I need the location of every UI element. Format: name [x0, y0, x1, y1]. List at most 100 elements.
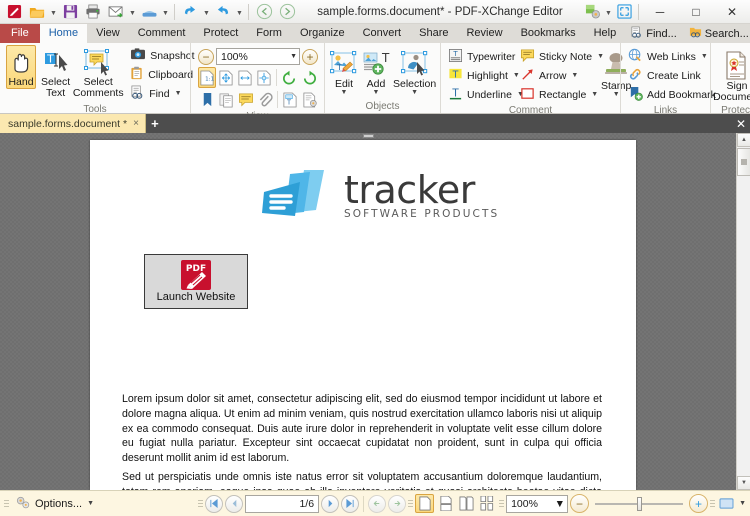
- tab-convert[interactable]: Convert: [354, 24, 411, 43]
- previous-page-button[interactable]: [225, 494, 244, 513]
- layers-pane-icon[interactable]: [301, 89, 319, 110]
- launch-website-form-button[interactable]: PDF Launch Website: [144, 254, 248, 309]
- close-icon[interactable]: ×: [131, 118, 141, 129]
- redo-icon[interactable]: [212, 2, 234, 22]
- single-page-icon[interactable]: [415, 494, 435, 513]
- add-bookmark-button[interactable]: Add Bookmark: [624, 85, 720, 104]
- close-button[interactable]: ✕: [714, 0, 750, 23]
- fit-width-icon[interactable]: [236, 67, 254, 88]
- rectangle-button[interactable]: Rectangle ▼: [516, 85, 598, 104]
- tab-home[interactable]: Home: [39, 24, 88, 43]
- chevron-down-icon[interactable]: ▼: [555, 498, 565, 510]
- page-number-input[interactable]: 1/6: [245, 494, 320, 513]
- document-viewport[interactable]: tracker SOFTWARE PRODUCTS PDF Launch Web…: [0, 133, 750, 490]
- sticky-note-button[interactable]: Sticky Note ▼: [516, 47, 604, 66]
- new-tab-button[interactable]: +: [146, 114, 164, 133]
- vertical-scrollbar[interactable]: ▲ ▼: [736, 133, 750, 490]
- zoom-in-button[interactable]: +: [302, 48, 318, 65]
- sign-document-button[interactable]: SignDocument: [713, 47, 750, 104]
- zoom-slider-knob[interactable]: [637, 496, 643, 511]
- select-comments-button[interactable]: Select Comments: [73, 45, 124, 100]
- back-navigation-icon[interactable]: [253, 2, 275, 22]
- scan-icon[interactable]: [138, 2, 160, 22]
- rotate-cw-icon[interactable]: [300, 67, 319, 88]
- maximize-button[interactable]: □: [678, 0, 714, 23]
- customize-ribbon-icon[interactable]: [582, 2, 604, 22]
- add-objects-button[interactable]: T Add ▼: [360, 47, 392, 97]
- scroll-up-button[interactable]: ▲: [737, 133, 750, 147]
- search-command[interactable]: Search...: [684, 25, 750, 42]
- next-page-button[interactable]: [321, 494, 340, 513]
- two-page-continuous-icon[interactable]: [478, 494, 497, 513]
- tab-comment[interactable]: Comment: [129, 24, 195, 43]
- fullscreen-toggle-icon[interactable]: [613, 2, 635, 22]
- web-links-dropdown-arrow[interactable]: ▼: [700, 53, 708, 60]
- minimize-button[interactable]: ─: [642, 0, 678, 23]
- tab-view[interactable]: View: [87, 24, 129, 43]
- attachments-pane-icon[interactable]: [256, 89, 274, 110]
- tab-protect[interactable]: Protect: [194, 24, 247, 43]
- email-dropdown-arrow[interactable]: ▼: [128, 2, 137, 22]
- find-command[interactable]: Find...: [625, 25, 682, 42]
- arrow-dropdown-arrow[interactable]: ▼: [570, 72, 578, 79]
- continuous-icon[interactable]: [436, 494, 455, 513]
- document-tab[interactable]: sample.forms.document * ×: [0, 114, 146, 133]
- web-links-button[interactable]: Web Links ▼: [624, 47, 712, 66]
- underline-button[interactable]: T Underline ▼: [444, 85, 524, 104]
- edit-dropdown-arrow[interactable]: ▼: [341, 89, 348, 96]
- rotate-ccw-icon[interactable]: [280, 67, 299, 88]
- fit-visible-icon[interactable]: [255, 67, 273, 88]
- fullscreen-dropdown-arrow[interactable]: ▼: [738, 500, 746, 507]
- print-icon[interactable]: [82, 2, 104, 22]
- bookmarks-pane-icon[interactable]: [198, 89, 216, 110]
- navigate-forward-button[interactable]: [388, 494, 407, 513]
- navigate-back-button[interactable]: [368, 494, 387, 513]
- edit-objects-button[interactable]: T Edit ▼: [328, 47, 360, 97]
- status-zoom-in-button[interactable]: +: [689, 494, 709, 513]
- find-dropdown-arrow[interactable]: ▼: [174, 90, 182, 97]
- save-file-icon[interactable]: [59, 2, 81, 22]
- fullscreen-icon[interactable]: [717, 494, 736, 513]
- arrow-button[interactable]: Arrow ▼: [516, 66, 596, 85]
- typewriter-button[interactable]: T Typewriter ▼: [444, 47, 527, 66]
- stamp-dropdown-arrow[interactable]: ▼: [613, 91, 620, 98]
- options-button[interactable]: Options... ▼: [11, 494, 98, 514]
- viewport-splitter[interactable]: [0, 133, 736, 139]
- rectangle-dropdown-arrow[interactable]: ▼: [590, 91, 598, 98]
- thumbnails-pane-icon[interactable]: [217, 89, 235, 110]
- zoom-level-combobox[interactable]: 100% ▼: [216, 48, 300, 65]
- tab-share[interactable]: Share: [410, 24, 457, 43]
- zoom-slider[interactable]: [591, 495, 687, 513]
- app-logo-icon[interactable]: [3, 2, 25, 22]
- zoom-out-button[interactable]: −: [198, 48, 214, 65]
- undo-icon[interactable]: [179, 2, 201, 22]
- close-all-documents-icon[interactable]: ✕: [732, 114, 750, 133]
- tab-file[interactable]: File: [0, 24, 40, 43]
- chevron-down-icon[interactable]: ▼: [290, 53, 297, 60]
- tab-help[interactable]: Help: [585, 24, 626, 43]
- first-page-button[interactable]: [205, 494, 224, 513]
- select-text-button[interactable]: T Select Text: [40, 45, 71, 100]
- last-page-button[interactable]: [341, 494, 360, 513]
- scroll-down-button[interactable]: ▼: [737, 476, 750, 490]
- email-icon[interactable]: [105, 2, 127, 22]
- fit-page-icon[interactable]: [217, 67, 235, 88]
- options-dropdown-arrow[interactable]: ▼: [86, 500, 94, 507]
- scrollbar-thumb[interactable]: [737, 148, 750, 176]
- create-link-button[interactable]: Create Link: [624, 66, 705, 85]
- customize-dropdown-arrow[interactable]: ▼: [604, 2, 613, 22]
- status-zoom-combobox[interactable]: 100% ▼: [506, 494, 569, 513]
- open-file-icon[interactable]: [26, 2, 48, 22]
- forward-navigation-icon[interactable]: [276, 2, 298, 22]
- tab-bookmarks[interactable]: Bookmarks: [512, 24, 585, 43]
- status-zoom-out-button[interactable]: −: [570, 494, 590, 513]
- selection-button[interactable]: Selection ▼: [392, 47, 437, 97]
- tab-organize[interactable]: Organize: [291, 24, 354, 43]
- scan-dropdown-arrow[interactable]: ▼: [161, 2, 170, 22]
- actual-size-icon[interactable]: 1:1: [198, 67, 217, 88]
- open-file-dropdown-arrow[interactable]: ▼: [49, 2, 58, 22]
- hand-tool-button[interactable]: Hand: [6, 45, 36, 89]
- fields-pane-icon[interactable]: T: [281, 89, 299, 110]
- two-page-icon[interactable]: [457, 494, 476, 513]
- add-dropdown-arrow[interactable]: ▼: [373, 89, 380, 96]
